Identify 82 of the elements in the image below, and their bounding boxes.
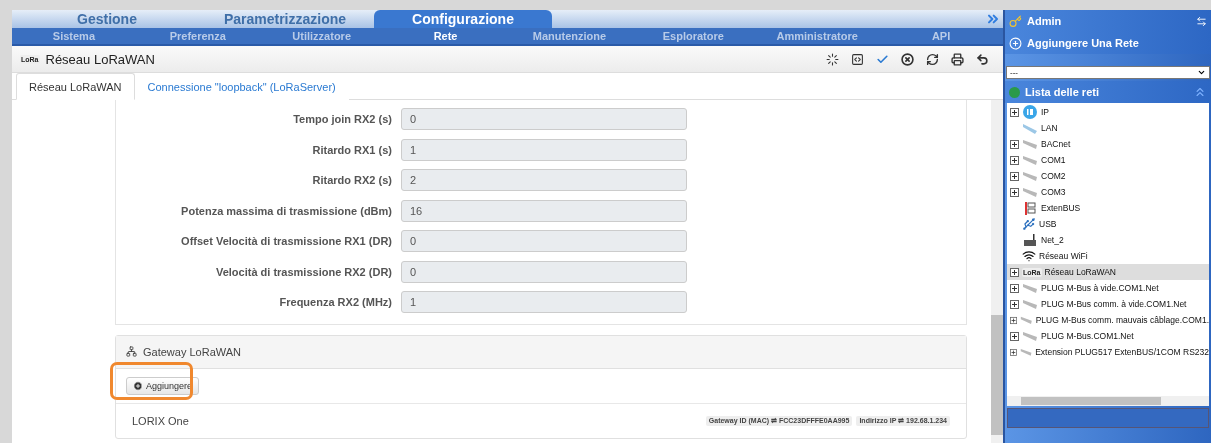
router-icon xyxy=(1022,233,1038,247)
cable-icon xyxy=(1022,282,1038,294)
network-select[interactable]: --- xyxy=(1006,66,1210,79)
page-title: Réseau LoRaWAN xyxy=(45,51,156,67)
page-tab[interactable]: Réseau LoRaWAN xyxy=(16,73,135,100)
input-field[interactable]: 0 xyxy=(401,230,687,253)
tree-item[interactable]: COM1 xyxy=(1007,152,1209,168)
cable-icon xyxy=(1019,346,1033,358)
network-icon xyxy=(126,346,137,357)
loading-icon[interactable] xyxy=(826,52,839,66)
expand-icon[interactable] xyxy=(1010,171,1019,181)
switch-icon[interactable] xyxy=(1196,15,1207,27)
tree-item[interactable]: COM3 xyxy=(1007,184,1209,200)
expand-icon[interactable] xyxy=(1010,347,1017,357)
field-label: Tempo join RX2 (s) xyxy=(292,113,393,126)
sub-menu-item[interactable]: Rete xyxy=(383,28,508,44)
add-button[interactable]: Aggiungere xyxy=(126,376,200,395)
usb-icon xyxy=(1022,217,1036,231)
rack-icon xyxy=(1022,201,1038,215)
dropdown-icon xyxy=(1197,68,1206,77)
tree-item[interactable]: Réseau WiFi xyxy=(1007,248,1209,264)
input-field[interactable]: 0 xyxy=(401,260,687,283)
horizontal-scrollbar[interactable] xyxy=(1007,396,1209,406)
expand-icon[interactable] xyxy=(1010,299,1019,309)
expand-icon[interactable] xyxy=(1010,331,1019,341)
check-icon[interactable] xyxy=(876,52,889,66)
cable-icon xyxy=(1022,138,1038,150)
tree-item[interactable]: ExtenBUS xyxy=(1007,200,1209,216)
input-field[interactable]: 2 xyxy=(401,169,687,192)
code-icon[interactable] xyxy=(851,52,864,66)
close-icon[interactable] xyxy=(901,52,914,66)
section-title: Aggiungere Una Rete xyxy=(1027,37,1140,49)
cable-icon xyxy=(1022,330,1038,342)
cable-icon xyxy=(1022,298,1038,310)
expand-icon[interactable] xyxy=(1010,155,1019,165)
expand-icon[interactable] xyxy=(1010,107,1019,117)
cable-icon xyxy=(1022,122,1038,134)
expand-icon[interactable] xyxy=(1010,283,1019,293)
undo-icon[interactable] xyxy=(976,52,989,66)
tree-item[interactable]: PLUG M-Bus.COM1.Net xyxy=(1007,328,1209,344)
tree-item[interactable]: PLUG M-Bus comm. mauvais câblage.COM1. xyxy=(1007,312,1209,328)
plus-circle-icon xyxy=(133,380,143,391)
expand-icon[interactable] xyxy=(1010,315,1018,325)
tree-item[interactable]: Extension PLUG517 ExtenBUS/1COM RS232 xyxy=(1007,344,1209,360)
input-field[interactable]: 16 xyxy=(401,199,687,222)
section-title: Lista delle reti xyxy=(1025,86,1100,98)
cable-icon xyxy=(1020,314,1033,326)
tree-item[interactable]: Net_2 xyxy=(1007,232,1209,248)
input-field[interactable]: 1 xyxy=(401,138,687,161)
tree-item[interactable]: BACnet xyxy=(1007,136,1209,152)
main-tab[interactable]: Gestione xyxy=(18,10,196,28)
field-label: Frequenza RX2 (MHz) xyxy=(278,296,393,309)
field-label: Offset Velocità di trasmissione RX1 (DR) xyxy=(180,235,393,248)
cable-icon xyxy=(1022,170,1038,182)
user-name: Admin xyxy=(1027,15,1063,27)
cable-icon xyxy=(1022,186,1038,198)
key-icon xyxy=(1009,14,1022,28)
expand-icon[interactable] xyxy=(1010,267,1019,277)
scrollbar[interactable] xyxy=(991,100,1003,443)
input-field[interactable]: 1 xyxy=(401,291,687,314)
tree-item[interactable]: IP xyxy=(1007,104,1209,120)
refresh-icon[interactable] xyxy=(926,52,939,66)
main-tab[interactable]: Parametrizzazione xyxy=(196,10,374,28)
panel-title: Gateway LoRaWAN xyxy=(143,345,242,358)
tree-item[interactable]: PLUG M-Bus à vide.COM1.Net xyxy=(1007,280,1209,296)
main-tab[interactable]: Configurazione xyxy=(374,10,552,28)
expand-icon[interactable] xyxy=(1010,187,1019,197)
field-label: Ritardo RX1 (s) xyxy=(311,143,393,156)
expand-icon[interactable] xyxy=(1010,139,1019,149)
wifi-icon xyxy=(1022,249,1036,263)
input-field[interactable]: 0 xyxy=(401,108,687,131)
field-label: Velocità di trasmissione RX2 (DR) xyxy=(214,265,393,278)
tree-item[interactable]: LAN xyxy=(1007,120,1209,136)
tree-item[interactable]: PLUG M-Bus comm. à vide.COM1.Net xyxy=(1007,296,1209,312)
field-label: Ritardo RX2 (s) xyxy=(311,174,393,187)
cable-icon xyxy=(1022,154,1038,166)
print-icon[interactable] xyxy=(951,52,964,66)
field-label: Potenza massima di trasmissione (dBm) xyxy=(180,204,393,217)
tree-item[interactable]: USB xyxy=(1007,216,1209,232)
gateway-name: LORIX One xyxy=(132,414,190,427)
add-icon xyxy=(1009,36,1022,50)
tree-item[interactable]: COM2 xyxy=(1007,168,1209,184)
